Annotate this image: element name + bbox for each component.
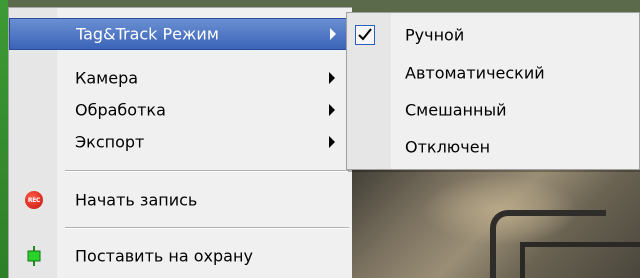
submenu-item-automatic[interactable]: Автоматический xyxy=(347,55,637,91)
menu-item-label: Обработка xyxy=(75,100,166,120)
menu-item-label: Поставить на охрану xyxy=(75,246,253,266)
submenu-arrow-icon xyxy=(329,72,335,84)
guard-icon xyxy=(26,246,42,266)
menu-item-start-recording[interactable]: REC Начать запись xyxy=(9,184,349,216)
submenu-arrow-icon xyxy=(329,136,335,148)
tag-track-mode-submenu: Ручной Автоматический Смешанный Отключен xyxy=(346,12,640,170)
menu-item-arm-guard[interactable]: Поставить на охрану xyxy=(9,240,349,272)
menu-item-label: Начать запись xyxy=(75,190,198,210)
monitor-border xyxy=(0,0,8,278)
railing-image-detail xyxy=(520,242,640,278)
menu-item-tag-track-mode[interactable]: Tag&Track Режим xyxy=(9,18,349,50)
menu-item-label: Tag&Track Режим xyxy=(76,24,219,44)
menu-separator xyxy=(65,170,349,172)
rec-icon: REC xyxy=(25,191,43,209)
menu-item-processing[interactable]: Обработка xyxy=(9,94,349,126)
submenu-item-manual[interactable]: Ручной xyxy=(347,17,637,53)
menu-item-label: Камера xyxy=(75,68,139,88)
menu-item-label: Экспорт xyxy=(75,132,145,152)
menu-item-camera[interactable]: Камера xyxy=(9,62,349,94)
menu-separator xyxy=(65,227,349,229)
submenu-item-label: Автоматический xyxy=(405,63,545,83)
camera-video-view[interactable] xyxy=(340,170,640,278)
menu-item-export[interactable]: Экспорт xyxy=(9,126,349,158)
submenu-arrow-icon xyxy=(330,28,336,40)
submenu-item-label: Отключен xyxy=(405,137,491,157)
submenu-item-label: Смешанный xyxy=(405,100,507,120)
context-menu: Tag&Track Режим Камера Обработка Экспорт… xyxy=(8,7,352,278)
submenu-item-mixed[interactable]: Смешанный xyxy=(347,92,637,128)
screen: Tag&Track Режим Камера Обработка Экспорт… xyxy=(0,0,640,278)
submenu-arrow-icon xyxy=(329,104,335,116)
checkmark-icon xyxy=(355,25,375,45)
submenu-item-label: Ручной xyxy=(405,25,465,45)
submenu-item-disabled[interactable]: Отключен xyxy=(347,129,637,165)
